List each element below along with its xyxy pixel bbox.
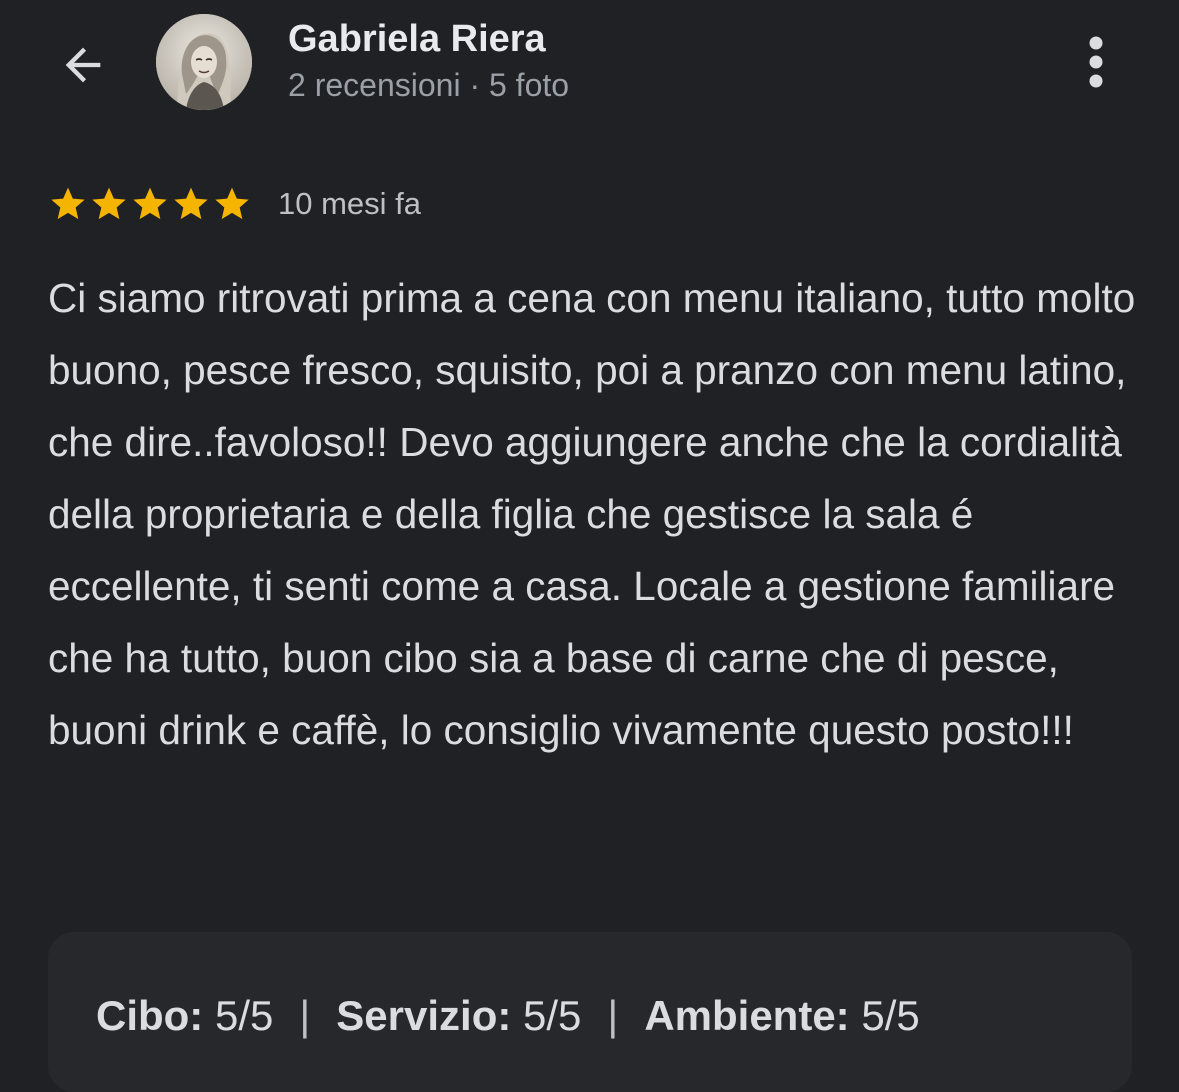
rating-row: 10 mesi fa bbox=[48, 182, 421, 226]
user-stats: 2 recensioni · 5 foto bbox=[288, 67, 570, 103]
separator: | bbox=[299, 992, 311, 1039]
star-icon bbox=[133, 187, 167, 220]
sub-rating-label: Ambiente: bbox=[644, 992, 850, 1039]
back-button[interactable] bbox=[52, 34, 114, 96]
user-photo-icon bbox=[156, 14, 252, 110]
more-options-button[interactable] bbox=[1070, 32, 1122, 92]
sub-rating-value: 5/5 bbox=[861, 992, 920, 1039]
sub-rating-food: Cibo: 5/5 bbox=[96, 992, 273, 1040]
more-vert-icon bbox=[1089, 36, 1103, 88]
sub-rating-value: 5/5 bbox=[523, 992, 582, 1039]
star-icon bbox=[215, 187, 249, 220]
star-rating bbox=[48, 184, 252, 224]
sub-ratings-card: Cibo: 5/5 | Servizio: 5/5 | Ambiente: 5/… bbox=[48, 932, 1132, 1092]
user-name[interactable]: Gabriela Riera bbox=[288, 18, 546, 61]
star-icon bbox=[51, 187, 85, 220]
sub-rating-label: Servizio: bbox=[336, 992, 512, 1039]
review-text: Ci siamo ritrovati prima a cena con menu… bbox=[48, 275, 1136, 753]
sub-rating-atmosphere: Ambiente: 5/5 bbox=[644, 992, 919, 1040]
sub-rating-value: 5/5 bbox=[214, 992, 274, 1039]
review-header: Gabriela Riera 2 recensioni · 5 foto bbox=[0, 0, 1179, 130]
sub-rating-label: Cibo: bbox=[96, 992, 204, 1039]
star-icon bbox=[92, 187, 126, 220]
arrow-left-icon bbox=[65, 47, 101, 83]
sub-ratings: Cibo: 5/5 | Servizio: 5/5 | Ambiente: 5/… bbox=[96, 992, 920, 1040]
star-icon bbox=[174, 187, 208, 220]
separator: | bbox=[607, 992, 619, 1039]
review-date: 10 mesi fa bbox=[278, 186, 422, 221]
sub-rating-service: Servizio: 5/5 bbox=[336, 992, 581, 1040]
avatar[interactable] bbox=[156, 14, 252, 110]
